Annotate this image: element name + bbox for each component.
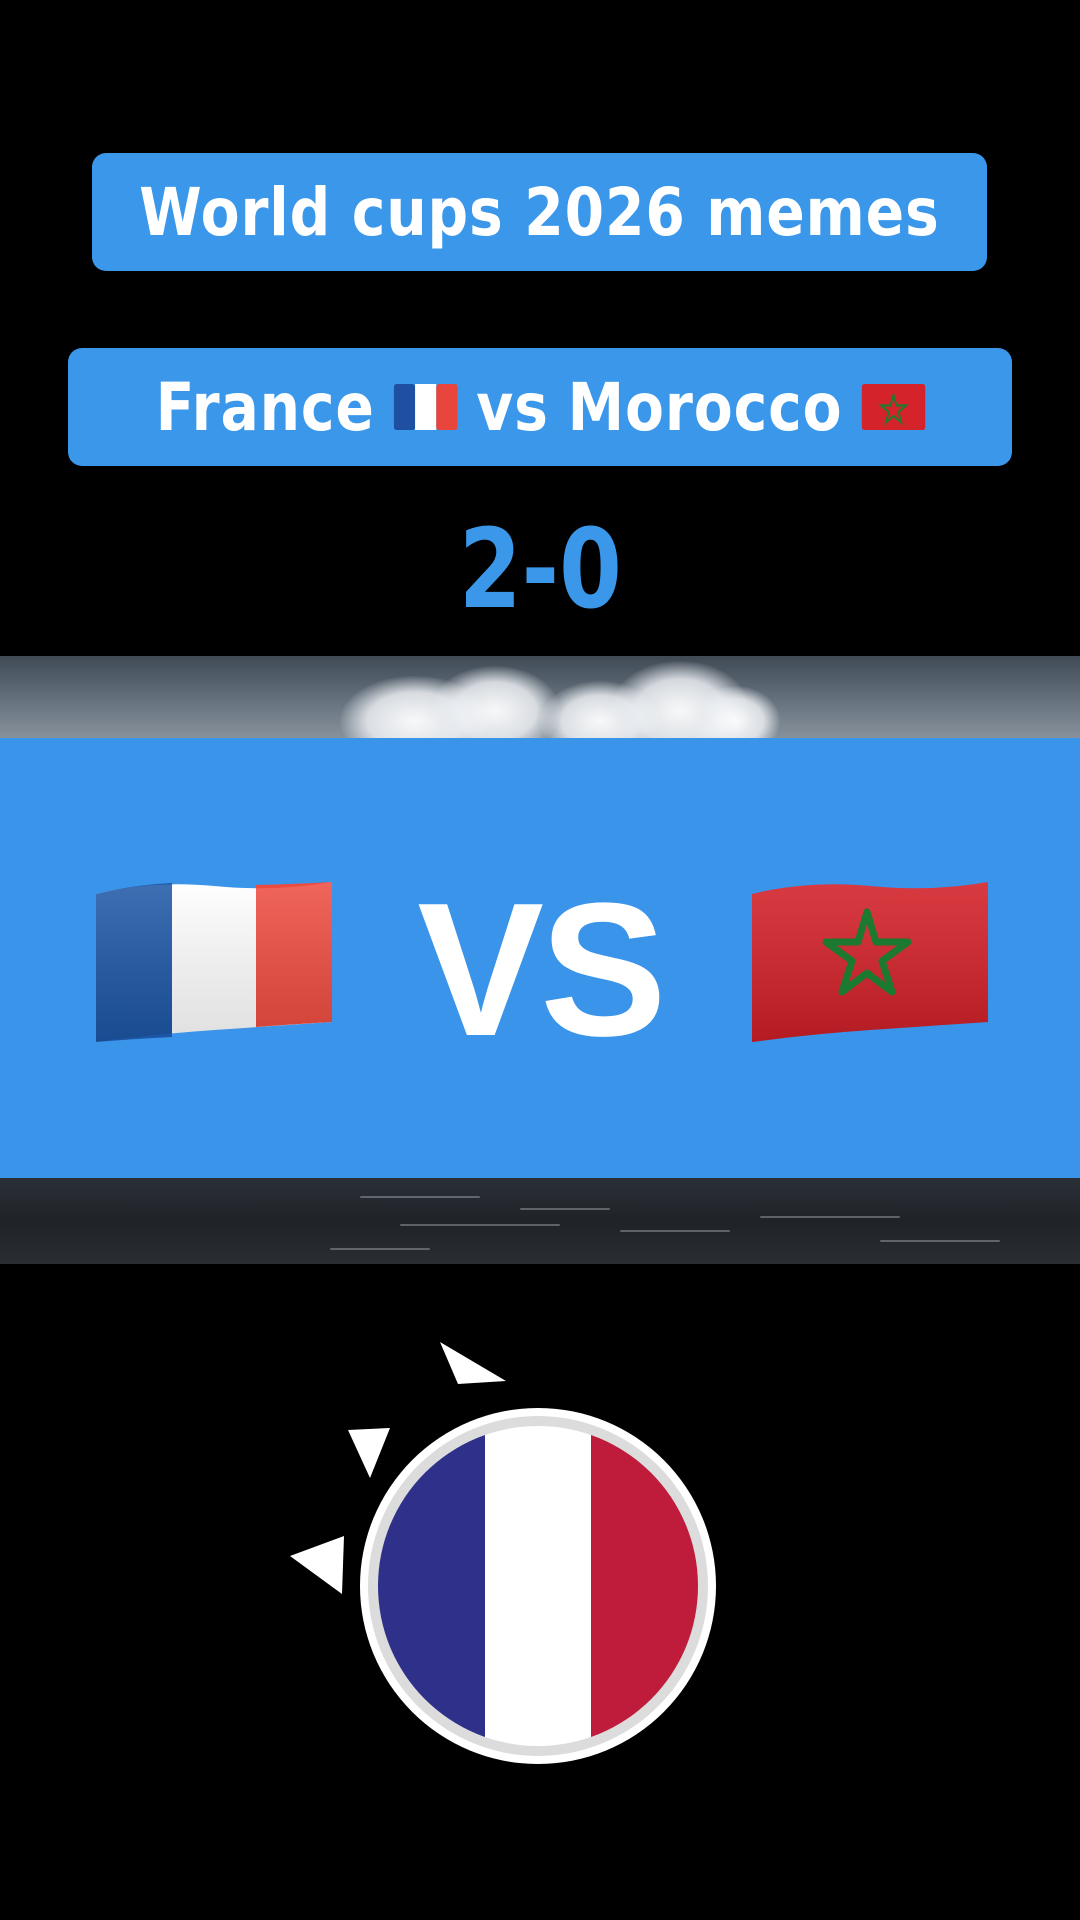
title-text: World cups 2026 memes [139,173,940,251]
match-banner: France vs Morocco [68,348,1012,466]
versus-text: VS [417,864,666,1076]
france-flag-icon [96,882,332,1042]
france-flag-circle-icon [290,1342,716,1764]
sea-background [0,1178,1080,1264]
france-flag-icon [393,384,458,430]
title-banner: World cups 2026 memes [92,153,987,271]
team-right-label: Morocco [567,368,843,446]
match-score: 2-0 [458,505,622,633]
morocco-flag-icon [752,882,988,1042]
versus-label: vs [475,368,549,446]
morocco-flag-icon [861,384,925,430]
team-left-label: France [155,368,375,446]
video-frame: World cups 2026 memes France vs Morocco … [0,0,1080,1920]
sky-background [0,656,1080,738]
